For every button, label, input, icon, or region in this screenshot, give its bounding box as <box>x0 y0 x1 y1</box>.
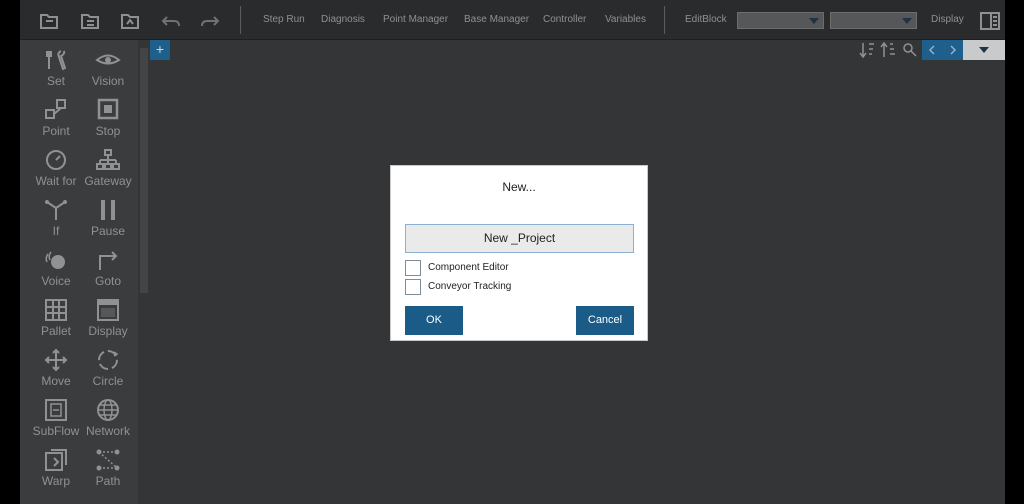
ok-button[interactable]: OK <box>405 306 463 335</box>
new-project-dialog: New... New _Project Component Editor Con… <box>390 165 648 341</box>
dialog-title: New... <box>502 180 536 194</box>
component-editor-checkbox[interactable] <box>405 260 421 276</box>
conveyor-tracking-checkbox[interactable] <box>405 279 421 295</box>
conveyor-tracking-label: Conveyor Tracking <box>428 281 512 292</box>
component-editor-option[interactable]: Component Editor <box>405 260 605 276</box>
conveyor-tracking-option[interactable]: Conveyor Tracking <box>405 279 605 295</box>
cancel-button[interactable]: Cancel <box>576 306 634 335</box>
component-editor-label: Component Editor <box>428 262 509 273</box>
modal-overlay: New... New _Project Component Editor Con… <box>20 0 1005 504</box>
app-window: Step Run Diagnosis Point Manager Base Ma… <box>20 0 1005 504</box>
project-name-input[interactable]: New _Project <box>405 224 634 253</box>
